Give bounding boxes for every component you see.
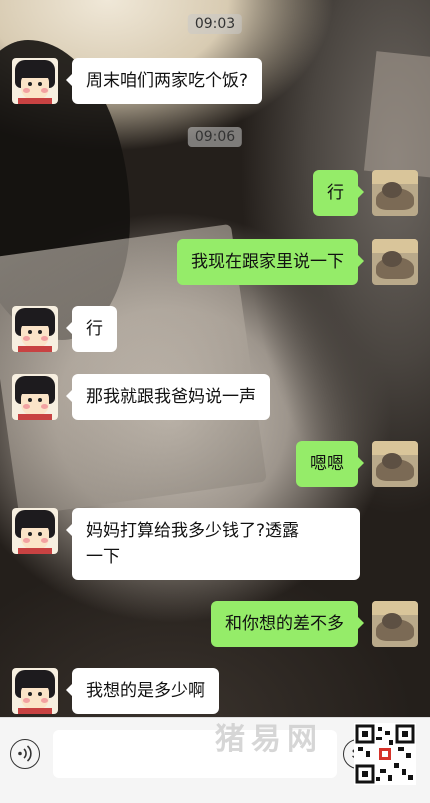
timestamp: 09:06	[187, 127, 243, 147]
contact-avatar[interactable]	[12, 374, 58, 420]
voice-icon[interactable]	[10, 739, 40, 769]
sent-message[interactable]: 我现在跟家里说一下	[177, 239, 364, 285]
sent-message[interactable]: 行	[313, 170, 364, 216]
received-message[interactable]: 妈妈打算给我多少钱了?透露 一下	[66, 508, 360, 580]
input-bar: 猪易网	[0, 717, 430, 803]
chat-area: 09:03 周末咱们两家吃个饭? 09:06 行 我现在跟家里说一下 行 那我就…	[0, 0, 430, 718]
received-message[interactable]: 周末咱们两家吃个饭?	[65, 58, 263, 104]
timestamp: 09:03	[187, 14, 243, 34]
qr-code	[354, 723, 416, 785]
received-message[interactable]: 那我就跟我爸妈说一声	[66, 374, 270, 420]
contact-avatar[interactable]	[12, 58, 58, 104]
contact-avatar[interactable]	[12, 508, 58, 554]
sent-message[interactable]: 嗯嗯	[296, 441, 364, 487]
watermark: 猪易网	[215, 722, 323, 757]
contact-avatar[interactable]	[12, 668, 58, 714]
contact-avatar[interactable]	[12, 306, 58, 352]
received-message[interactable]: 行	[66, 306, 117, 352]
received-message[interactable]: 我想的是多少啊	[66, 668, 219, 714]
my-avatar[interactable]	[372, 239, 418, 285]
voice-icon	[18, 745, 32, 762]
my-avatar[interactable]	[372, 170, 418, 216]
my-avatar[interactable]	[372, 441, 418, 487]
my-avatar[interactable]	[372, 601, 418, 647]
sent-message[interactable]: 和你想的差不多	[211, 601, 364, 647]
